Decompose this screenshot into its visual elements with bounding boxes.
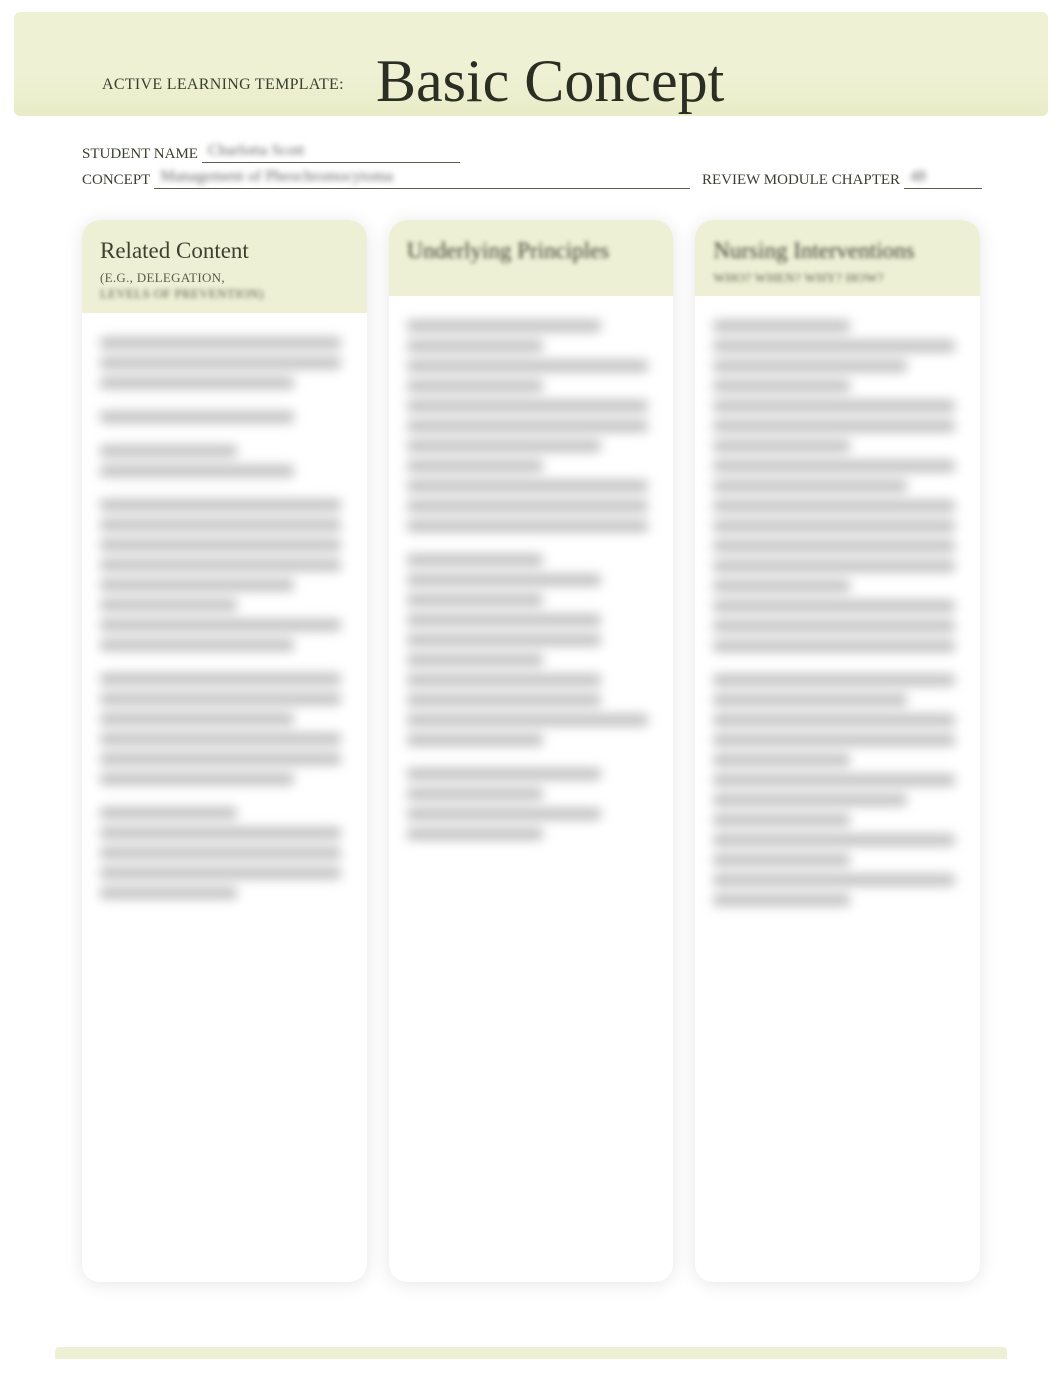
card-underlying-principles: Underlying Principles: [389, 220, 674, 1282]
student-name-underline: Charlotta Scott: [202, 142, 460, 163]
concept-label: CONCEPT: [82, 172, 150, 189]
chapter-field: REVIEW MODULE CHAPTER 48: [702, 168, 982, 189]
card-title: Nursing Interventions: [713, 238, 962, 264]
card-row: Related Content (E.G., DELEGATION, LEVEL…: [82, 220, 980, 1282]
header-band: ACTIVE LEARNING TEMPLATE: Basic Concept: [14, 12, 1048, 116]
blurred-paragraph: [407, 554, 656, 746]
card-subtitle-line2: LEVELS OF PREVENTION): [100, 286, 264, 301]
footer-band: [55, 1347, 1007, 1359]
card-head: Underlying Principles: [389, 220, 674, 296]
blurred-paragraph: [100, 411, 349, 423]
card-body: [82, 313, 367, 939]
student-name-value: Charlotta Scott: [208, 142, 304, 160]
chapter-label: REVIEW MODULE CHAPTER: [702, 172, 900, 189]
blurred-paragraph: [713, 320, 962, 652]
card-head: Nursing Interventions WHO? WHEN? WHY? HO…: [695, 220, 980, 296]
blurred-paragraph: [407, 320, 656, 532]
blurred-paragraph: [100, 673, 349, 785]
blurred-paragraph: [713, 674, 962, 906]
blurred-paragraph: [407, 768, 656, 840]
card-subtitle-line1: (E.G., DELEGATION,: [100, 270, 225, 285]
concept-underline: Management of Pheochromocytoma: [154, 168, 690, 189]
card-head: Related Content (E.G., DELEGATION, LEVEL…: [82, 220, 367, 313]
card-title: Underlying Principles: [407, 238, 656, 264]
card-related-content: Related Content (E.G., DELEGATION, LEVEL…: [82, 220, 367, 1282]
student-name-label: STUDENT NAME: [82, 146, 198, 163]
concept-field: CONCEPT Management of Pheochromocytoma: [82, 168, 690, 189]
template-label: ACTIVE LEARNING TEMPLATE:: [102, 76, 344, 94]
chapter-underline: 48: [904, 168, 982, 189]
card-body: [389, 296, 674, 880]
concept-value: Management of Pheochromocytoma: [160, 168, 393, 186]
page-title: Basic Concept: [376, 47, 724, 116]
blurred-paragraph: [100, 337, 349, 389]
card-title: Related Content: [100, 238, 349, 264]
blurred-paragraph: [100, 445, 349, 477]
page: ACTIVE LEARNING TEMPLATE: Basic Concept …: [0, 0, 1062, 1377]
card-subtitle-line1: WHO? WHEN? WHY? HOW?: [713, 270, 884, 285]
card-subtitle: [407, 270, 656, 286]
chapter-value: 48: [910, 168, 926, 186]
card-body: [695, 296, 980, 946]
card-nursing-interventions: Nursing Interventions WHO? WHEN? WHY? HO…: [695, 220, 980, 1282]
card-subtitle: WHO? WHEN? WHY? HOW?: [713, 270, 962, 286]
blurred-paragraph: [100, 499, 349, 651]
blurred-paragraph: [100, 807, 349, 899]
card-subtitle: (E.G., DELEGATION, LEVELS OF PREVENTION): [100, 270, 349, 303]
student-name-field: STUDENT NAME Charlotta Scott: [82, 142, 460, 163]
